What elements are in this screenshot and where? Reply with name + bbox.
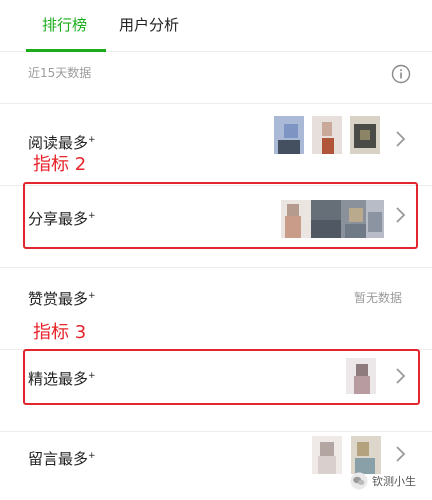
watermark: 钦测小生 <box>350 472 416 490</box>
info-icon[interactable] <box>391 64 411 84</box>
tab-bar: 排行榜 用户分析 <box>0 0 432 52</box>
row-label: 阅读最多+ <box>28 134 96 152</box>
watermark-text: 钦测小生 <box>372 475 416 488</box>
row-label: 赞赏最多+ <box>28 290 96 308</box>
chevron-right-icon <box>396 131 406 147</box>
no-data-label: 暂无数据 <box>354 291 403 305</box>
date-range-label: 近15天数据 <box>28 66 92 80</box>
annotation-box-metric-2 <box>23 182 418 249</box>
row-label: 留言最多+ <box>28 450 96 468</box>
avatar <box>312 116 342 154</box>
avatar <box>312 436 342 474</box>
tab-leaderboard[interactable]: 排行榜 <box>42 15 87 35</box>
avatar <box>274 116 304 154</box>
annotation-label-metric-3: 指标 3 <box>33 322 87 343</box>
chevron-right-icon <box>396 446 406 462</box>
annotation-box-metric-3 <box>23 349 420 405</box>
tab-user-analysis[interactable]: 用户分析 <box>119 15 179 35</box>
wechat-icon <box>350 472 368 490</box>
avatar <box>351 436 381 474</box>
avatar <box>350 116 380 154</box>
annotation-label-metric-2: 指标 2 <box>33 154 87 175</box>
